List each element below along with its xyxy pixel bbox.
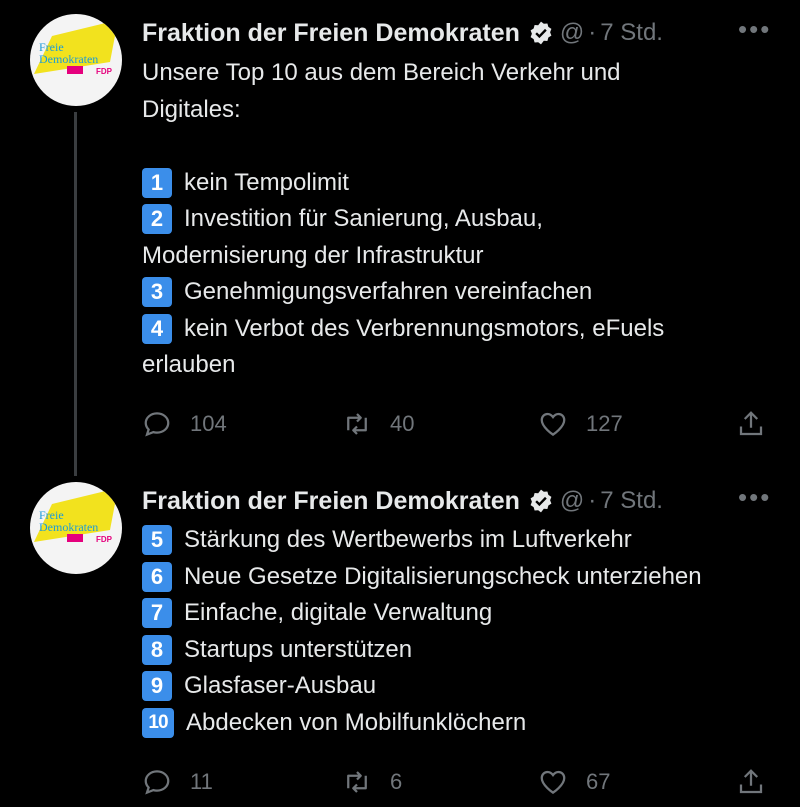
more-icon[interactable]: •••	[738, 16, 771, 50]
list-item-text: Genehmigungsverfahren vereinfachen	[184, 278, 593, 305]
tweet-2[interactable]: Freie Demokraten FDP Fraktion der Freien…	[0, 470, 800, 807]
retweet-icon	[347, 771, 367, 793]
like-icon	[540, 412, 566, 436]
list-item: 5 Stärkung des Wertbewerbs im Luftverkehr	[142, 522, 782, 559]
like-count: 127	[586, 411, 623, 436]
share-icon	[739, 411, 763, 436]
more-icon[interactable]: •••	[738, 484, 771, 518]
share-button[interactable]	[736, 404, 766, 444]
reply-count: 104	[190, 411, 227, 436]
text-line: Unsere Top 10 aus dem Bereich Verkehr un…	[142, 59, 621, 86]
retweet-count: 40	[390, 411, 415, 436]
list-item-text: kein Tempolimit	[184, 168, 349, 196]
list-item-text: Startups unterstützen	[184, 635, 413, 663]
tweet-actions: 11 6 67	[142, 762, 770, 802]
keycap-number-icon: 8	[142, 634, 172, 665]
list-item-text: Neue Gesetze Digitalisierungscheck unter…	[184, 562, 702, 590]
retweet-button[interactable]: 40	[342, 404, 414, 444]
text-line: Digitales:	[142, 95, 241, 123]
tweet-text: Unsere Top 10 aus dem Bereich Verkehr un…	[142, 55, 782, 384]
list-item-continuation: erlauben	[142, 351, 236, 378]
list-item: 6 Neue Gesetze Digitalisierungscheck unte…	[142, 559, 782, 596]
thread-line	[74, 112, 77, 476]
list-item-text: kein Verbot des Verbrennungsmotors, eFue…	[184, 314, 665, 342]
keycap-number-icon: 10	[142, 707, 174, 738]
logo-text-demokraten: Demokraten	[39, 520, 98, 534]
list-item: 8 Startups unterstützen	[142, 632, 782, 669]
list-item: 9 Glasfaser-Ausbau	[142, 668, 782, 705]
author-handle[interactable]: @	[560, 487, 584, 515]
reply-count: 11	[190, 769, 213, 794]
list-item-text: Glasfaser-Ausbau	[184, 672, 377, 699]
separator: ·	[588, 19, 597, 46]
avatar[interactable]: Freie Demokraten FDP	[30, 14, 122, 106]
author-name[interactable]: Fraktion der Freien Demokraten	[142, 19, 520, 48]
keycap-number-icon: 2	[142, 204, 172, 235]
retweet-button[interactable]: 6	[342, 762, 402, 802]
like-count: 67	[586, 769, 611, 794]
reply-button[interactable]: 104	[142, 404, 227, 444]
share-icon	[739, 769, 763, 794]
keycap-number-icon: 3	[142, 277, 172, 308]
logo-text-fdp: FDP	[96, 67, 113, 76]
list-item-continuation: Modernisierung der Infrastruktur	[142, 241, 484, 269]
tweet-actions: 104 40 127	[142, 404, 770, 444]
verified-badge-icon	[530, 21, 552, 45]
like-button[interactable]: 127	[538, 404, 623, 444]
keycap-number-icon: 5	[142, 525, 172, 556]
keycap-number-icon: 7	[142, 598, 172, 629]
verified-badge-icon	[530, 489, 552, 513]
separator: ·	[588, 487, 597, 514]
list-item: 4 kein Verbot des Verbrennungsmotors, eFu…	[142, 311, 782, 348]
keycap-number-icon: 9	[142, 671, 172, 702]
tweet-header: Fraktion der Freien Demokraten @ · 7 Std…	[142, 484, 663, 518]
list-item: 7 Einfache, digitale Verwaltung	[142, 595, 782, 632]
list-item-text: Stärkung des Wertbewerbs im Luftverkehr	[184, 526, 632, 553]
timestamp[interactable]: 7 Std.	[600, 19, 663, 47]
author-handle[interactable]: @	[560, 19, 584, 47]
reply-button[interactable]: 11	[142, 762, 213, 802]
logo-text-fdp: FDP	[96, 535, 113, 544]
list-item-text: Abdecken von Mobilfunklöchern	[186, 708, 527, 736]
retweet-icon	[347, 413, 367, 435]
timestamp[interactable]: 7 Std.	[600, 487, 663, 515]
list-item: 3 Genehmigungsverfahren vereinfachen	[142, 274, 782, 311]
list-item: 10 Abdecken von Mobilfunklöchern	[142, 705, 782, 742]
keycap-number-icon: 4	[142, 313, 172, 344]
tweet-text: 5 Stärkung des Wertbewerbs im Luftverkehr…	[142, 522, 782, 741]
like-button[interactable]: 67	[538, 762, 610, 802]
keycap-number-icon: 6	[142, 561, 172, 592]
reply-icon	[144, 770, 170, 795]
retweet-count: 6	[390, 769, 403, 794]
like-icon	[540, 770, 566, 794]
reply-icon	[144, 412, 170, 437]
tweet-1[interactable]: Freie Demokraten FDP Fraktion der Freien…	[0, 0, 800, 476]
logo-text-demokraten: Demokraten	[39, 52, 98, 66]
fdp-logo-icon: Freie Demokraten FDP	[34, 488, 118, 544]
avatar[interactable]: Freie Demokraten FDP	[30, 482, 122, 574]
author-name[interactable]: Fraktion der Freien Demokraten	[142, 487, 520, 516]
list-item: 2 Investition für Sanierung, Ausbau,	[142, 201, 782, 238]
list-item-text: Investition für Sanierung, Ausbau,	[184, 205, 543, 232]
list-item-text: Einfache, digitale Verwaltung	[184, 599, 493, 626]
tweet-header: Fraktion der Freien Demokraten @ · 7 Std…	[142, 16, 663, 50]
keycap-number-icon: 1	[142, 167, 172, 198]
share-button[interactable]	[736, 762, 766, 802]
list-item: 1 kein Tempolimit	[142, 165, 782, 202]
fdp-logo-icon: Freie Demokraten FDP	[34, 20, 118, 76]
